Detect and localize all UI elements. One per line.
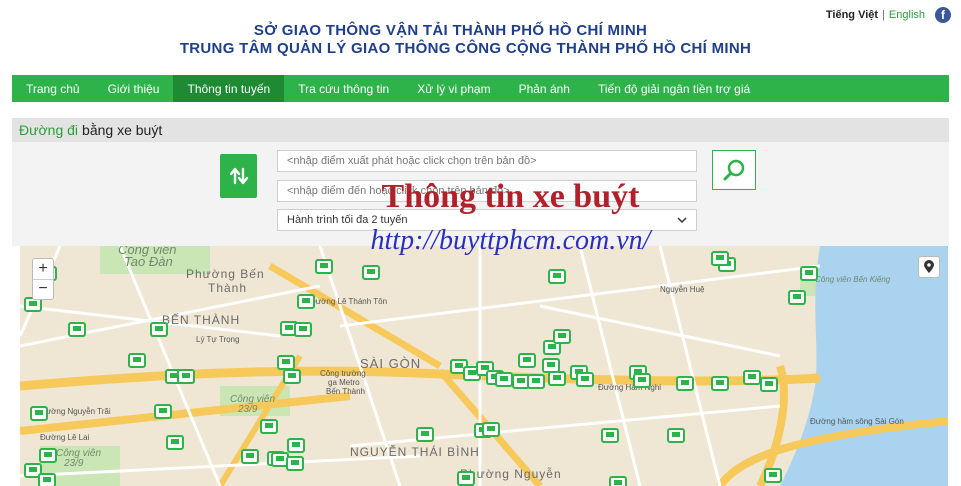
bus-stop-icon[interactable]: [128, 353, 146, 368]
bus-stop-icon[interactable]: [764, 468, 782, 483]
bus-stop-icon[interactable]: [287, 438, 305, 453]
bus-stop-icon[interactable]: [416, 427, 434, 442]
map-label-ham-song-sai-gon: Đường hầm sông Sài Gòn: [810, 417, 904, 426]
bus-stop-icon[interactable]: [177, 369, 195, 384]
language-switcher: Tiếng Việt | English f: [826, 7, 951, 23]
bus-stop-icon[interactable]: [518, 353, 536, 368]
map-label-le-thanh-ton: Đường Lê Thánh Tôn: [310, 297, 387, 306]
road-ham-nghi: [20, 366, 821, 391]
bus-stop-icon[interactable]: [166, 435, 184, 450]
bus-stop-icon[interactable]: [150, 322, 168, 337]
bus-stop-icon[interactable]: [30, 406, 48, 421]
bus-stop-icon[interactable]: [294, 322, 312, 337]
nav-item-lookup[interactable]: Tra cứu thông tin: [284, 75, 403, 102]
map-label-ben-kieng: Công viên Bến Kiếng: [815, 275, 891, 284]
section-heading: Đường đi bằng xe buýt: [12, 118, 949, 142]
nav-item-home[interactable]: Trang chủ: [12, 75, 94, 102]
bus-stop-icon[interactable]: [362, 265, 380, 280]
map-label-ham-nghi: Đường Hàm Nghi: [598, 383, 661, 392]
bus-stop-icon[interactable]: [39, 448, 57, 463]
bus-stop-icon[interactable]: [527, 374, 545, 389]
zoom-out-button[interactable]: −: [33, 280, 53, 300]
map-pin-icon: [924, 260, 934, 273]
bus-stop-icon[interactable]: [576, 372, 594, 387]
map-label-cv-23-9b: 23/9: [237, 404, 258, 415]
map-label-ben-thanh: BẾN THÀNH: [162, 312, 240, 327]
lang-vietnamese-link[interactable]: Tiếng Việt: [826, 9, 878, 21]
header-title-center: TRUNG TÂM QUẢN LÝ GIAO THÔNG CÔNG CỘNG T…: [179, 40, 752, 57]
bus-stop-icon[interactable]: [297, 294, 315, 309]
section-link-route[interactable]: Đường đi: [19, 122, 78, 138]
map-label-cong-truong-3: Bến Thành: [326, 387, 365, 396]
map-label-nguyen-thai-binh: NGUYỄN THÁI BÌNH: [350, 444, 480, 459]
origin-input[interactable]: <nhập điểm xuất phát hoặc click chọn trê…: [277, 150, 697, 172]
bus-stop-icon[interactable]: [512, 374, 530, 389]
site-header: SỞ GIAO THÔNG VẬN TẢI THÀNH PHỐ HỒ CHÍ M…: [0, 22, 961, 57]
map-label-ly-tu-trong: Lý Tự Trọng: [196, 335, 239, 344]
bus-stop-icon[interactable]: [743, 370, 761, 385]
bus-stop-icon[interactable]: [68, 322, 86, 337]
bus-stop-icon[interactable]: [788, 290, 806, 305]
lang-separator: |: [882, 9, 885, 21]
bus-stop-icon[interactable]: [542, 358, 560, 373]
watermark-url: http://buyttphcm.com.vn/: [370, 225, 651, 256]
map-label-phuong-ben-thanh-1: Phường Bến: [186, 267, 265, 281]
map-label-cong-truong-1: Công trường: [320, 369, 366, 378]
map-label-cv-23-9-south-b: 23/9: [63, 458, 84, 469]
bus-stop-icon[interactable]: [667, 428, 685, 443]
zoom-control: + −: [32, 258, 54, 300]
bus-stop-icon[interactable]: [457, 471, 475, 486]
bus-stop-icon[interactable]: [548, 371, 566, 386]
header-title-department: SỞ GIAO THÔNG VẬN TẢI THÀNH PHỐ HỒ CHÍ M…: [253, 22, 648, 39]
nav-item-subsidy-progress[interactable]: Tiến độ giải ngân tiền trợ giá: [584, 75, 764, 102]
bus-stop-icon[interactable]: [315, 259, 333, 274]
bus-stop-icon[interactable]: [271, 452, 289, 467]
bus-stop-icon[interactable]: [495, 372, 513, 387]
bus-stop-icon[interactable]: [241, 449, 259, 464]
bus-stop-icon[interactable]: [553, 329, 571, 344]
bus-stop-icon[interactable]: [260, 419, 278, 434]
nav-item-about[interactable]: Giới thiệu: [94, 75, 174, 102]
bus-stop-icon[interactable]: [711, 376, 729, 391]
map-label-sai-gon: SÀI GÒN: [360, 356, 421, 371]
bus-stop-icon[interactable]: [760, 377, 778, 392]
bus-stop-icon[interactable]: [482, 422, 500, 437]
bus-stop-icon[interactable]: [676, 376, 694, 391]
bus-stop-icon[interactable]: [286, 456, 304, 471]
bus-stop-icon[interactable]: [283, 369, 301, 384]
map-canvas[interactable]: Công viên Tao Đàn Công viên 23/9 Công vi…: [20, 246, 948, 486]
lang-english-link[interactable]: English: [889, 9, 925, 21]
facebook-icon[interactable]: f: [935, 7, 951, 23]
bus-stop-icon[interactable]: [633, 373, 651, 388]
map-label-cong-truong-2: ga Metro: [328, 378, 360, 387]
chevron-down-icon: [677, 217, 687, 224]
bus-map[interactable]: Công viên Tao Đàn Công viên 23/9 Công vi…: [20, 246, 948, 486]
map-label-le-lai: Đường Lê Lai: [40, 433, 90, 442]
map-label-nguyen-hue: Nguyễn Huệ: [660, 285, 705, 294]
zoom-in-button[interactable]: +: [33, 259, 53, 280]
nav-item-feedback[interactable]: Phản ánh: [505, 75, 584, 102]
map-label-nguyen-trai: Đường Nguyễn Trãi: [40, 407, 111, 416]
location-pin-button[interactable]: [918, 256, 940, 278]
nav-item-route-info[interactable]: Thông tin tuyến: [173, 75, 285, 102]
map-label-phuong-ben-thanh-2: Thành: [208, 281, 247, 295]
bus-stop-icon[interactable]: [277, 355, 295, 370]
bus-stop-icon[interactable]: [38, 473, 56, 486]
watermark-title: Thông tin xe buýt: [381, 178, 640, 215]
bus-stop-icon[interactable]: [609, 476, 627, 486]
section-heading-text: bằng xe buýt: [82, 122, 163, 138]
bus-stop-icon[interactable]: [800, 266, 818, 281]
nav-item-violations[interactable]: Xử lý vi phạm: [403, 75, 504, 102]
bus-stop-icon[interactable]: [601, 428, 619, 443]
bus-stop-icon[interactable]: [154, 404, 172, 419]
map-label-phuong-nguyen: Phường Nguyễn: [460, 466, 562, 481]
main-navigation: Trang chủ Giới thiệu Thông tin tuyến Tra…: [12, 75, 949, 102]
bus-stop-icon[interactable]: [548, 269, 566, 284]
